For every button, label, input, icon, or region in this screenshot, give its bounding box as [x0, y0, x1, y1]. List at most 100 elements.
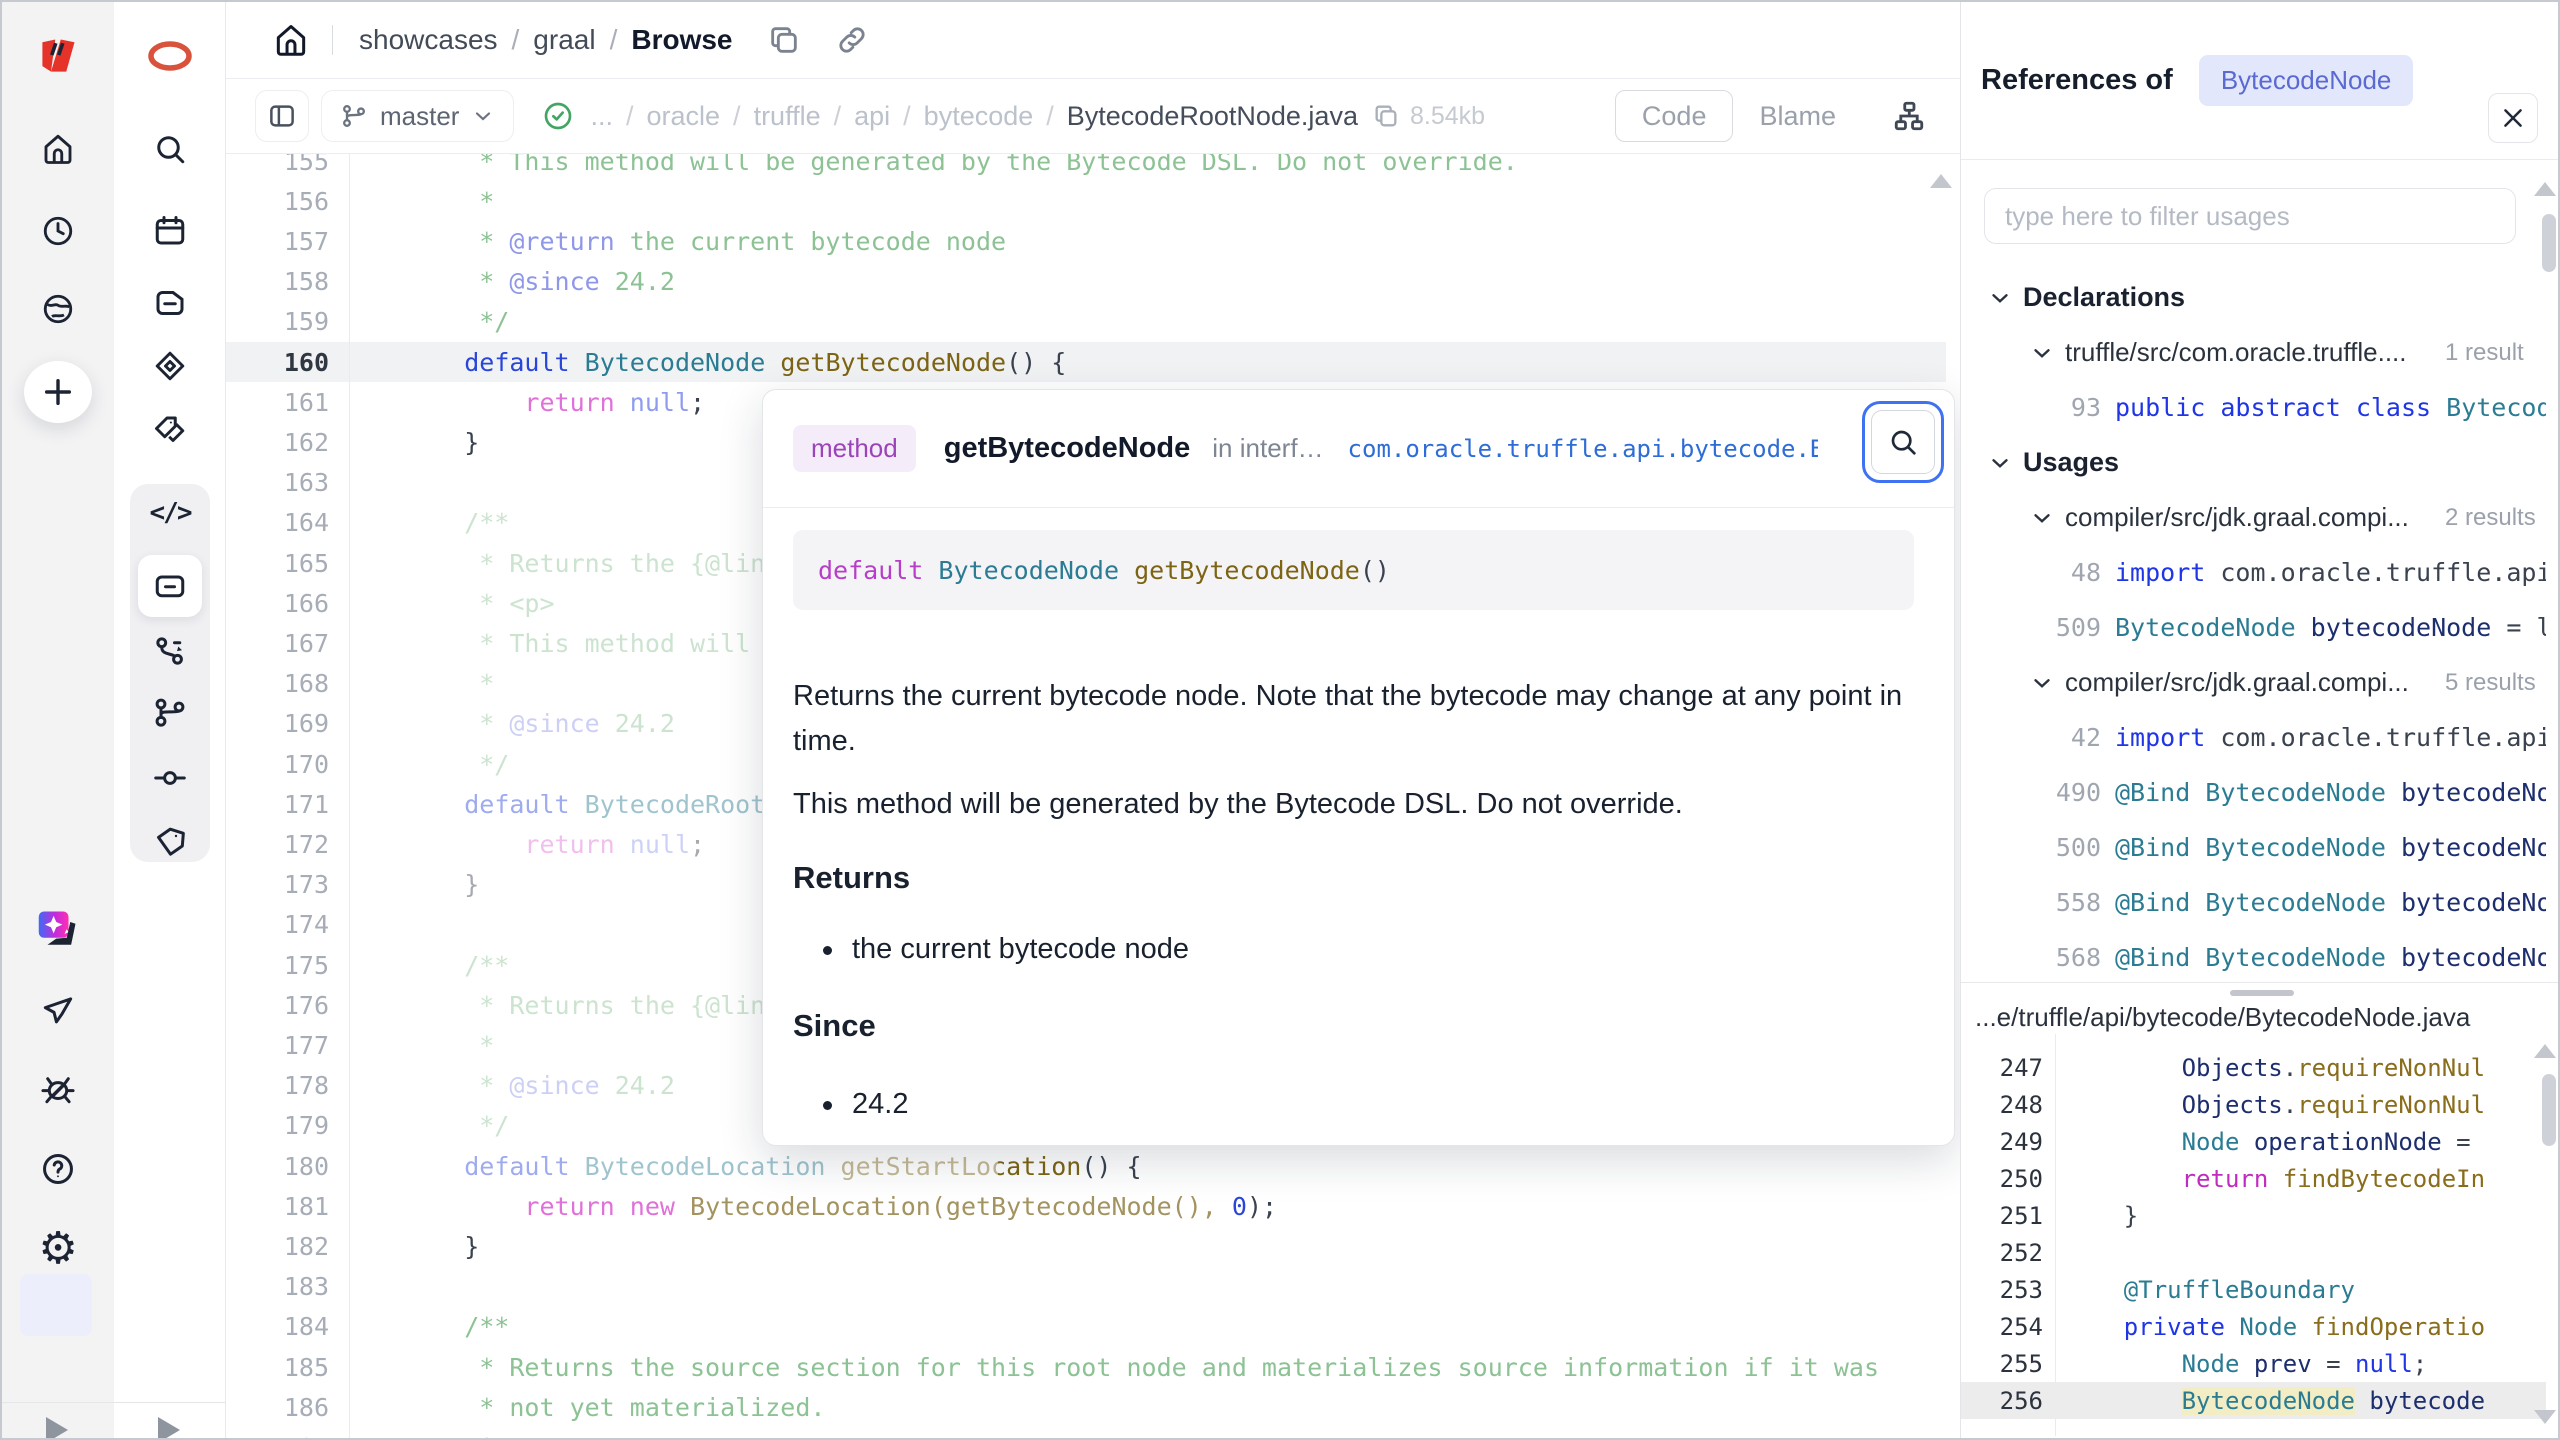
sidebar-item-branches[interactable] — [138, 685, 202, 741]
sidebar-item-home[interactable] — [26, 121, 90, 177]
sidebar-item-labels[interactable] — [138, 402, 202, 458]
sidebar-item-commits[interactable] — [138, 750, 202, 806]
panel-splitter[interactable] — [1961, 982, 2560, 1002]
line-number[interactable]: 167 — [226, 629, 329, 658]
preview-scrollbar-thumb[interactable] — [2542, 1074, 2556, 1146]
path-crumb[interactable]: truffle — [754, 101, 821, 132]
sidebar-item-gem[interactable] — [138, 338, 202, 394]
line-number[interactable]: 187 — [226, 1433, 329, 1438]
tree-file[interactable]: compiler/src/jdk.graal.compi...2 results — [1961, 490, 2546, 545]
tree-file[interactable]: compiler/src/jdk.graal.compi...5 results — [1961, 655, 2546, 710]
pipeline-status-icon[interactable] — [542, 100, 574, 132]
chevron-down-icon[interactable] — [2029, 505, 2055, 531]
tree-result[interactable]: 42import com.oracle.truffle.api. — [1961, 710, 2546, 765]
code-line[interactable]: 187 * — [226, 1427, 1946, 1438]
line-number[interactable]: 179 — [226, 1111, 329, 1140]
preview-code-line[interactable]: 250 return findBytecodeIn — [1961, 1160, 2546, 1197]
file-preview[interactable]: 247 Objects.requireNonNul248 Objects.req… — [1961, 1034, 2546, 1436]
line-number[interactable]: 157 — [226, 227, 329, 256]
chevron-down-icon[interactable] — [1987, 285, 2013, 311]
preview-code-line[interactable]: 256 BytecodeNode bytecode — [1961, 1382, 2546, 1419]
line-number[interactable]: 175 — [226, 951, 329, 980]
preview-code-line[interactable]: 253 @TruffleBoundary — [1961, 1271, 2546, 1308]
code-line[interactable]: 185 * Returns the source section for thi… — [226, 1347, 1946, 1387]
line-number[interactable]: 182 — [226, 1232, 329, 1261]
preview-code-line[interactable]: 249 Node operationNode = — [1961, 1123, 2546, 1160]
line-number[interactable]: 168 — [226, 669, 329, 698]
close-panel-button[interactable] — [2488, 93, 2538, 143]
breadcrumb-item[interactable]: showcases — [359, 24, 498, 56]
sidebar-item-search[interactable] — [138, 121, 202, 177]
tree-section[interactable]: Declarations — [1961, 270, 2546, 325]
sidebar-item-explore[interactable] — [26, 281, 90, 337]
toggle-file-tree-button[interactable] — [255, 90, 309, 142]
line-number[interactable]: 186 — [226, 1393, 329, 1422]
line-number[interactable]: 171 — [226, 790, 329, 819]
branch-selector[interactable]: master — [321, 90, 514, 142]
preview-code-line[interactable]: 252 — [1961, 1234, 2546, 1271]
line-number[interactable]: 170 — [226, 750, 329, 779]
editor-scroll-up[interactable] — [1930, 174, 1952, 188]
line-number[interactable]: 160 — [226, 348, 329, 377]
share-link-button[interactable] — [835, 23, 869, 57]
breadcrumb-item[interactable]: graal — [533, 24, 595, 56]
tree-file[interactable]: truffle/src/com.oracle.truffle....1 resu… — [1961, 325, 2546, 380]
code-line[interactable]: 160 default BytecodeNode getBytecodeNode… — [226, 342, 1946, 382]
sidebar-item-repository-browse[interactable] — [138, 558, 202, 614]
app-logo[interactable] — [26, 28, 90, 84]
tree-result[interactable]: 93public abstract class Bytecode — [1961, 380, 2546, 435]
copy-path-button[interactable] — [767, 23, 801, 57]
line-number[interactable]: 176 — [226, 991, 329, 1020]
sidebar-item-documents[interactable] — [138, 275, 202, 331]
code-line[interactable]: 182 } — [226, 1226, 1946, 1266]
path-crumb[interactable]: ... — [590, 101, 613, 132]
line-number[interactable]: 159 — [226, 307, 329, 336]
sidebar-item-help[interactable] — [26, 1141, 90, 1197]
line-number[interactable]: 156 — [226, 187, 329, 216]
sidebar-item-bug-report[interactable] — [26, 1061, 90, 1117]
blame-tab-button[interactable]: Blame — [1733, 101, 1862, 132]
preview-code-line[interactable]: 247 Objects.requireNonNul — [1961, 1049, 2546, 1086]
sidebar-item-pull-requests[interactable] — [138, 623, 202, 679]
code-tab-button[interactable]: Code — [1615, 90, 1734, 142]
tree-result[interactable]: 48import com.oracle.truffle.api. — [1961, 545, 2546, 600]
line-number[interactable]: 173 — [226, 870, 329, 899]
code-line[interactable]: 155 * This method will be generated by t… — [226, 154, 1946, 181]
line-number[interactable]: 185 — [226, 1353, 329, 1382]
line-number[interactable]: 172 — [226, 830, 329, 859]
path-crumb[interactable]: bytecode — [924, 101, 1034, 132]
preview-code-line[interactable]: 254 private Node findOperatio — [1961, 1308, 2546, 1345]
tree-result[interactable]: 490@Bind BytecodeNode bytecodeNo — [1961, 765, 2546, 820]
line-number[interactable]: 177 — [226, 1031, 329, 1060]
filter-usages-input[interactable] — [1984, 188, 2516, 244]
preview-scroll-down[interactable] — [2534, 1410, 2556, 1424]
tree-result[interactable]: 509BytecodeNode bytecodeNode = l — [1961, 600, 2546, 655]
line-number[interactable]: 178 — [226, 1071, 329, 1100]
collapse-secondary-sidebar-button[interactable] — [158, 1417, 180, 1440]
line-number[interactable]: 181 — [226, 1192, 329, 1221]
path-crumb[interactable]: api — [854, 101, 890, 132]
code-line[interactable]: 183 — [226, 1267, 1946, 1307]
line-number[interactable]: 163 — [226, 468, 329, 497]
code-line[interactable]: 184 /** — [226, 1307, 1946, 1347]
code-line[interactable]: 157 * @return the current bytecode node — [226, 221, 1946, 261]
line-number[interactable]: 165 — [226, 549, 329, 578]
line-number[interactable]: 174 — [226, 910, 329, 939]
tree-result[interactable]: 500@Bind BytecodeNode bytecodeNo — [1961, 820, 2546, 875]
tree-result[interactable]: 568@Bind BytecodeNode bytecodeNo — [1961, 930, 2546, 985]
symbol-qualified-link[interactable]: com.oracle.truffle.api.bytecode.Bytecode… — [1348, 435, 1818, 463]
structure-view-button[interactable] — [1892, 99, 1926, 133]
sidebar-item-calendar[interactable] — [138, 203, 202, 259]
path-crumb[interactable]: oracle — [647, 101, 721, 132]
sidebar-item-code[interactable]: </> — [138, 485, 202, 541]
code-line[interactable]: 156 * — [226, 181, 1946, 221]
preview-code-line[interactable]: 251 } — [1961, 1197, 2546, 1234]
line-number[interactable]: 162 — [226, 428, 329, 457]
sidebar-item-ai-assistant[interactable] — [26, 901, 90, 957]
breadcrumb-item[interactable]: Browse — [631, 24, 732, 56]
chevron-down-icon[interactable] — [1987, 450, 2013, 476]
create-new-button[interactable] — [24, 361, 92, 423]
sidebar-item-history[interactable] — [26, 203, 90, 259]
code-line[interactable]: 186 * not yet materialized. — [226, 1387, 1946, 1427]
line-number[interactable]: 158 — [226, 267, 329, 296]
